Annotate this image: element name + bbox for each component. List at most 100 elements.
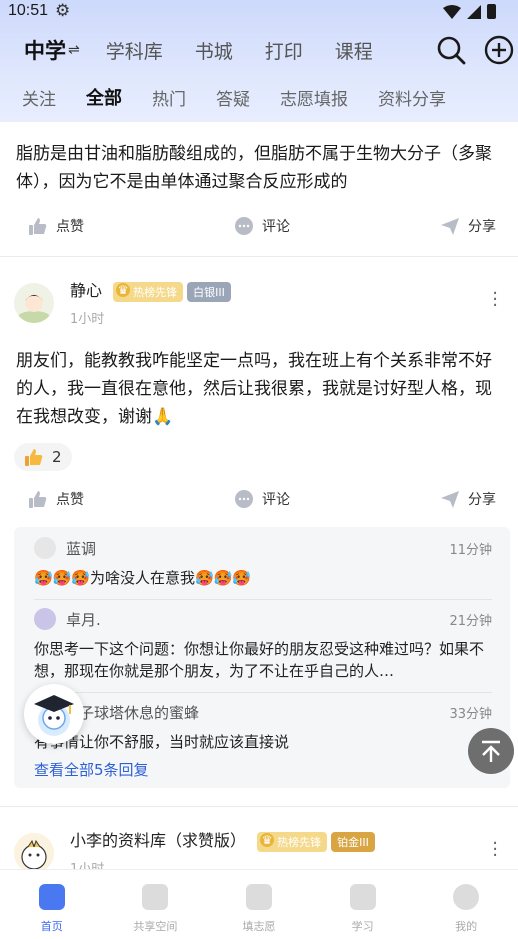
post-text: 脂肪是由甘油和脂肪酸组成的，但脂肪不属于生物大分子（多聚体），因为它不是由单体通… (16, 144, 492, 192)
view-all-replies-link[interactable]: 查看全部5条回复 (34, 759, 492, 780)
reaction-chip[interactable]: 2 (14, 443, 72, 471)
tab-follow[interactable]: 关注 (22, 85, 56, 110)
like-button[interactable]: 点赞 (28, 489, 84, 509)
post-actions: 点赞 评论 分享 (0, 485, 518, 513)
reply-author[interactable]: 蓝调 (66, 538, 96, 559)
divider (34, 692, 492, 693)
nav-item-courses[interactable]: 课程 (335, 37, 373, 64)
tab-application[interactable]: 志愿填报 (280, 85, 348, 110)
reply-avatar[interactable] (34, 608, 56, 630)
reply-item[interactable]: 蓝调 11分钟 🥵🥵🥵为啥没人在意我🥵🥵🥵 (34, 533, 492, 595)
nav-item-middle-school[interactable]: 中学 (24, 35, 68, 65)
like-label: 点赞 (56, 492, 84, 508)
tab-label: 学习 (351, 920, 374, 933)
signal-icon (467, 4, 481, 19)
share-icon (441, 218, 459, 235)
reply-author[interactable]: 原子球塔休息的蜜蜂 (64, 702, 199, 723)
reply-text: 🥵🥵🥵为啥没人在意我🥵🥵🥵 (34, 569, 252, 587)
tab-me[interactable]: 我的 (414, 870, 518, 939)
post-author: 小李的资料库（求赞版） 热榜先锋 铂金III 1小时 ··· (0, 825, 518, 877)
thumb-up-icon (29, 218, 47, 235)
tab-label: 首页 (40, 920, 63, 933)
graduate-mascot-icon (34, 695, 74, 736)
level-badge: 铂金III (331, 831, 375, 852)
tab-study[interactable]: 学习 (311, 870, 415, 939)
form-icon (245, 884, 272, 910)
level-badge: 白银III (187, 281, 231, 302)
comment-button[interactable]: 评论 (234, 216, 290, 236)
reply-list: 蓝调 11分钟 🥵🥵🥵为啥没人在意我🥵🥵🥵 卓月. 21分钟 你思考一下这个问题… (14, 527, 510, 788)
tab-fill-application[interactable]: 填志愿 (207, 870, 311, 939)
status-bar: 10:51 ⚙ (0, 0, 518, 26)
reply-time: 11分钟 (449, 543, 492, 558)
divider (34, 599, 492, 600)
avatar-image (14, 283, 54, 323)
post-time: 1小时 (70, 311, 105, 327)
tab-qa[interactable]: 答疑 (216, 85, 250, 110)
post-text: 朋友们，能教教我咋能坚定一点吗，我在班上有个关系非常不好的人，我一直很在意他，然… (16, 351, 492, 427)
avatar-image (14, 833, 54, 873)
avatar[interactable] (14, 833, 54, 873)
reaction-count: 2 (52, 448, 62, 466)
tab-all[interactable]: 全部 (86, 84, 122, 110)
like-button[interactable]: 点赞 (28, 216, 84, 236)
reply-avatar[interactable] (34, 537, 56, 559)
hot-pioneer-badge: 热榜先锋 (113, 281, 184, 302)
feed: 脂肪是由甘油和脂肪酸组成的，但脂肪不属于生物大分子（多聚体），因为它不是由单体通… (0, 122, 518, 877)
book-icon (349, 884, 376, 910)
tab-shared-space[interactable]: 共享空间 (104, 870, 208, 939)
folder-icon (142, 884, 169, 910)
switch-level-icon[interactable]: ⇌ (68, 42, 80, 58)
like-label: 点赞 (56, 219, 84, 235)
reply-text: 你思考一下这个问题：你想让你最好的朋友忍受这种难过吗？如果不想，那现在你就是那个… (34, 640, 485, 680)
app-header: 10:51 ⚙ 中学 ⇌ 学科库 书城 打印 课程 关注 全部 热门 答疑 志愿… (0, 0, 518, 122)
share-button[interactable]: 分享 (440, 216, 496, 236)
reply-time: 33分钟 (449, 707, 492, 722)
comment-label: 评论 (262, 492, 290, 508)
share-button[interactable]: 分享 (440, 489, 496, 509)
main-nav: 中学 ⇌ 学科库 书城 打印 课程 (24, 30, 405, 70)
tab-label: 填志愿 (242, 920, 276, 933)
share-icon (441, 491, 459, 508)
post-card[interactable]: 脂肪是由甘油和脂肪酸组成的，但脂肪不属于生物大分子（多聚体），因为它不是由单体通… (0, 122, 518, 240)
nav-item-print[interactable]: 打印 (265, 37, 303, 64)
thumb-up-icon (29, 491, 47, 508)
author-name[interactable]: 小李的资料库（求赞版） (70, 831, 246, 850)
battery-icon (487, 4, 496, 19)
more-options-icon[interactable]: · · · (492, 285, 498, 315)
more-options-icon[interactable]: · · · (492, 835, 498, 865)
arrow-up-icon (482, 740, 500, 762)
status-icons (443, 4, 496, 19)
add-post-icon[interactable] (484, 35, 514, 65)
settings-gear-icon: ⚙ (55, 1, 71, 21)
avatar[interactable] (14, 283, 54, 323)
post-actions: 点赞 评论 分享 (0, 212, 518, 240)
comment-icon (235, 217, 253, 235)
comment-icon (235, 490, 253, 508)
reply-text: 有事情让你不舒服，当时就应该直接说 (34, 733, 290, 751)
assistant-avatar-button[interactable] (24, 684, 84, 744)
search-icon[interactable] (436, 35, 466, 65)
tab-label: 共享空间 (133, 920, 178, 933)
home-icon (38, 884, 65, 910)
comment-button[interactable]: 评论 (234, 489, 290, 509)
tab-home[interactable]: 首页 (0, 870, 104, 939)
nav-item-bookstore[interactable]: 书城 (195, 37, 233, 64)
tab-materials[interactable]: 资料分享 (378, 85, 446, 110)
status-time: 10:51 (8, 2, 49, 19)
sub-nav: 关注 全部 热门 答疑 志愿填报 资料分享 (22, 84, 446, 110)
post-card[interactable]: 小李的资料库（求赞版） 热榜先锋 铂金III 1小时 ··· (0, 807, 518, 877)
nav-item-subject-library[interactable]: 学科库 (106, 37, 163, 64)
author-name[interactable]: 静心 (70, 281, 102, 300)
thumb-up-emoji-icon (25, 449, 43, 466)
tab-hot[interactable]: 热门 (152, 85, 186, 110)
hot-pioneer-badge: 热榜先锋 (257, 831, 328, 852)
reply-item[interactable]: 卓月. 21分钟 你思考一下这个问题：你想让你最好的朋友忍受这种难过吗？如果不想… (34, 604, 492, 688)
reply-author[interactable]: 卓月. (66, 609, 101, 630)
reply-time: 21分钟 (449, 614, 492, 629)
wifi-icon (443, 4, 461, 19)
reply-item[interactable]: 原子球塔休息的蜜蜂 33分钟 有事情让你不舒服，当时就应该直接说 (34, 697, 492, 759)
back-to-top-button[interactable] (468, 728, 514, 774)
share-label: 分享 (468, 219, 496, 235)
bottom-tab-bar: 首页 共享空间 填志愿 学习 我的 (0, 869, 518, 939)
